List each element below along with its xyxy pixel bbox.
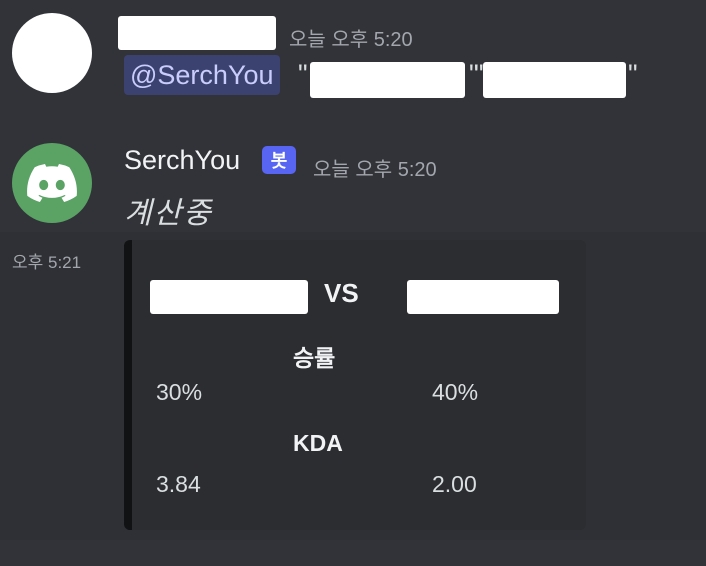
winrate-right-value: 40%	[432, 379, 479, 405]
winrate-left-value: 30%	[156, 379, 203, 405]
embed-accent-bar	[124, 240, 132, 530]
field-name-kda: KDA	[293, 430, 343, 456]
redacted-text-2	[483, 62, 626, 98]
bot-username[interactable]: SerchYou	[124, 145, 240, 176]
user-avatar[interactable]	[12, 13, 92, 93]
redacted-text-1	[310, 62, 465, 98]
kda-right-value: 2.00	[432, 471, 477, 497]
vs-label: VS	[324, 278, 359, 308]
bot-badge: 봇	[262, 146, 296, 174]
side-timestamp: 오후 5:21	[12, 253, 82, 272]
field-name-winrate: 승률	[293, 345, 336, 371]
quote-open-1: "	[298, 59, 308, 89]
kda-left-value: 3.84	[156, 471, 201, 497]
redacted-player-1	[150, 280, 308, 314]
discord-logo-icon	[27, 164, 77, 202]
redacted-player-2	[407, 280, 559, 314]
user-mention[interactable]: @SerchYou	[124, 55, 280, 95]
redacted-username	[118, 16, 276, 50]
bot-avatar[interactable]	[12, 143, 92, 223]
quote-close-2: "	[628, 59, 638, 89]
message-timestamp: 오늘 오후 5:20	[313, 159, 437, 181]
status-text: 계산중	[124, 197, 213, 230]
message-timestamp: 오늘 오후 5:20	[289, 29, 413, 51]
